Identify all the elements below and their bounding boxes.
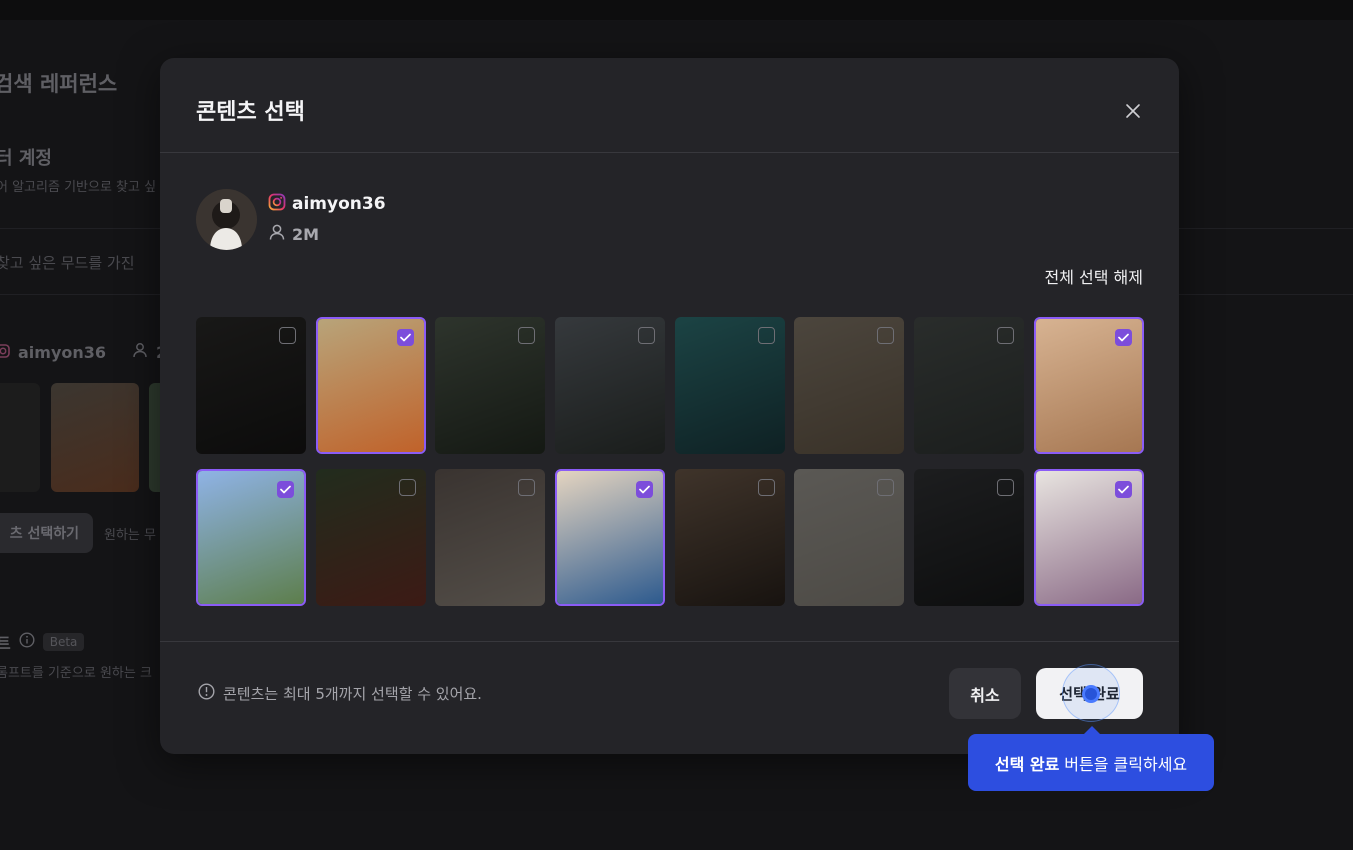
section-description: 어 알고리즘 기반으로 찾고 싶: [0, 180, 157, 195]
tooltip-text: 버튼을 클릭하세요: [1064, 754, 1188, 774]
checkbox[interactable]: [518, 479, 536, 496]
content-tile[interactable]: [674, 317, 785, 454]
content-grid: [196, 317, 1144, 606]
footer-divider: [160, 641, 1179, 642]
deselect-all-button[interactable]: 전체 선택 해제: [1045, 264, 1144, 288]
prompt-title: 트: [0, 634, 11, 653]
content-tile[interactable]: [315, 317, 426, 454]
account-handle: aimyon36: [292, 194, 386, 214]
check-icon: [639, 485, 650, 494]
checkbox[interactable]: [638, 327, 656, 344]
content-tile[interactable]: [196, 469, 306, 606]
content-tile[interactable]: [794, 317, 905, 454]
notice-text: 콘텐츠는 최대 5개까지 선택할 수 있어요.: [223, 685, 482, 703]
info-icon: [198, 683, 215, 704]
tooltip-emphasis: 선택 완료: [994, 754, 1060, 774]
checkbox[interactable]: [997, 327, 1015, 344]
info-icon: [19, 632, 35, 652]
checkbox-checked[interactable]: [1114, 329, 1132, 346]
follower-count: 2M: [292, 224, 320, 244]
content-tile[interactable]: [674, 469, 785, 606]
checkbox-checked[interactable]: [396, 329, 414, 346]
modal-title: 콘텐츠 선택: [196, 100, 305, 125]
checkbox[interactable]: [398, 479, 416, 496]
account-handle-row: aimyon36: [268, 193, 386, 215]
prompt-section-title: 트 Beta: [0, 630, 85, 654]
content-tile[interactable]: [555, 469, 666, 606]
avatar: [196, 189, 257, 250]
mood-input[interactable]: 찾고 싶은 무드를 가진: [0, 252, 135, 273]
check-icon: [399, 333, 411, 342]
content-tile[interactable]: [435, 469, 546, 606]
checkbox[interactable]: [757, 479, 775, 496]
header-divider: [160, 152, 1179, 153]
selection-notice: 콘텐츠는 최대 5개까지 선택할 수 있어요.: [198, 683, 482, 704]
cancel-button[interactable]: 취소: [949, 668, 1021, 719]
beta-badge: Beta: [42, 633, 85, 651]
content-tile[interactable]: [914, 317, 1025, 454]
top-bar: [0, 0, 1353, 20]
account-handle: aimyon36: [18, 342, 107, 362]
background-thumbnail: [51, 383, 139, 492]
select-hint: 원하는 무: [104, 528, 156, 543]
section-title: 터 계정: [0, 148, 52, 169]
check-icon: [1117, 485, 1129, 494]
instagram-icon: [268, 193, 286, 215]
page-title: 검색 레퍼런스: [0, 72, 118, 96]
content-tile[interactable]: [914, 469, 1025, 606]
close-icon: [1126, 104, 1140, 118]
content-tile[interactable]: [315, 469, 426, 606]
checkbox[interactable]: [518, 327, 536, 344]
checkbox-checked[interactable]: [636, 481, 654, 498]
close-button[interactable]: [1118, 96, 1148, 126]
content-tile[interactable]: [196, 317, 306, 454]
checkbox[interactable]: [757, 327, 775, 344]
click-target-dot: [1082, 685, 1100, 703]
background-account: aimyon36 2: [0, 342, 167, 362]
content-select-modal: 콘텐츠 선택 aimyon36 2M 전체 선택 해제 콘텐츠는 최대 5개까지…: [160, 58, 1179, 754]
select-contents-button[interactable]: 츠 선택하기: [0, 513, 93, 553]
checkbox[interactable]: [279, 327, 296, 344]
content-tile[interactable]: [435, 317, 546, 454]
checkbox-checked[interactable]: [1114, 481, 1132, 498]
guide-tooltip: 선택 완료 버튼을 클릭하세요: [968, 726, 1214, 791]
user-icon: [132, 342, 148, 362]
content-tile[interactable]: [1033, 317, 1144, 454]
prompt-description: 롬프트를 기준으로 원하는 크: [0, 666, 152, 681]
background-thumbnail: [0, 383, 40, 492]
checkbox[interactable]: [997, 479, 1015, 496]
content-tile[interactable]: [1033, 469, 1144, 606]
check-icon: [1117, 333, 1129, 342]
checkbox-checked[interactable]: [277, 481, 294, 498]
instagram-icon: [0, 343, 10, 362]
content-tile[interactable]: [794, 469, 905, 606]
account-followers-row: 2M: [268, 223, 319, 245]
user-icon: [268, 223, 286, 245]
checkbox[interactable]: [877, 327, 895, 344]
checkbox[interactable]: [877, 479, 895, 496]
check-icon: [280, 485, 291, 494]
content-tile[interactable]: [555, 317, 666, 454]
